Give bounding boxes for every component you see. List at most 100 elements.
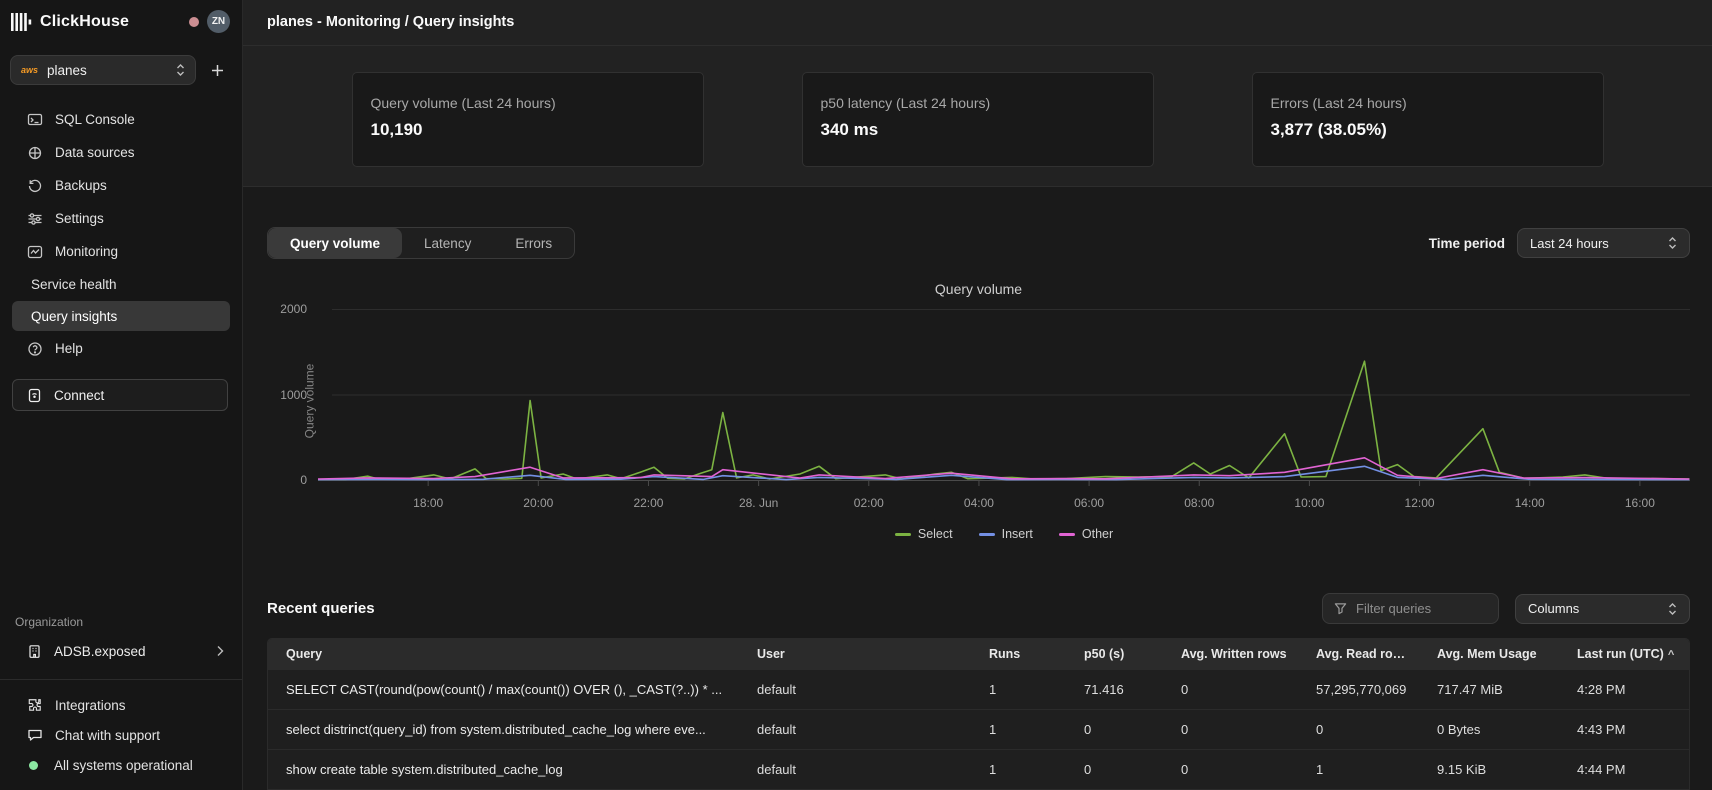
connect-button[interactable]: Connect xyxy=(12,379,228,411)
sliders-icon xyxy=(27,211,43,227)
system-status-item[interactable]: All systems operational xyxy=(12,750,230,780)
breadcrumb: planes - Monitoring / Query insights xyxy=(267,14,514,30)
legend-swatch xyxy=(1059,533,1075,536)
y-axis-tick: 1000 xyxy=(280,388,307,402)
legend-label: Select xyxy=(918,527,953,541)
stat-card-query-volume: Query volume (Last 24 hours) 10,190 xyxy=(352,72,704,167)
columns-label: Columns xyxy=(1528,601,1658,616)
sidebar-item-integrations[interactable]: Integrations xyxy=(12,690,230,720)
chart-tabs: Query volume Latency Errors xyxy=(267,227,575,259)
connect-icon xyxy=(27,388,42,403)
avatar[interactable]: ZN xyxy=(207,10,230,33)
add-service-button[interactable] xyxy=(204,57,230,83)
filter-placeholder: Filter queries xyxy=(1356,601,1431,616)
cell: 1 xyxy=(971,682,1066,697)
organization-section-label: Organization xyxy=(0,615,242,635)
sidebar-item-label: Integrations xyxy=(55,698,126,713)
filter-queries-input[interactable]: Filter queries xyxy=(1322,593,1499,624)
clickhouse-logo-icon xyxy=(10,12,32,32)
table-row[interactable]: SELECT CAST(round(pow(count() / max(coun… xyxy=(268,669,1689,709)
legend-label: Other xyxy=(1082,527,1113,541)
query-volume-chart: Query volume Query volume 2000 1000 0 18… xyxy=(267,259,1690,559)
stat-value: 10,190 xyxy=(371,120,685,140)
sidebar-item-help[interactable]: Help xyxy=(12,333,230,364)
stat-card-errors: Errors (Last 24 hours) 3,877 (38.05%) xyxy=(1252,72,1604,167)
tab-latency[interactable]: Latency xyxy=(402,228,493,258)
terminal-icon xyxy=(27,112,43,128)
cell: 9.15 KiB xyxy=(1419,762,1559,777)
columns-select[interactable]: Columns xyxy=(1515,594,1690,624)
sidebar-item-label: Chat with support xyxy=(55,728,160,743)
cell: SELECT CAST(round(pow(count() / max(coun… xyxy=(268,682,739,697)
legend-swatch xyxy=(895,533,911,536)
legend-item-insert[interactable]: Insert xyxy=(979,527,1033,541)
sidebar-item-label: Monitoring xyxy=(55,244,118,259)
notification-dot xyxy=(189,17,199,27)
sidebar-item-backups[interactable]: Backups xyxy=(12,170,230,201)
series-line-select xyxy=(318,361,1689,479)
cell: 4:44 PM xyxy=(1559,762,1689,777)
cell: select distrinct(query_id) from system.d… xyxy=(268,722,739,737)
x-axis-label: 28. Jun xyxy=(739,496,778,510)
chevron-up-down-icon xyxy=(1668,602,1677,616)
x-axis-label: 02:00 xyxy=(854,496,884,510)
cell: 0 xyxy=(1066,722,1163,737)
column-header-p50-s[interactable]: p50 (s) xyxy=(1066,647,1163,661)
legend-item-select[interactable]: Select xyxy=(895,527,953,541)
service-selector[interactable]: aws planes xyxy=(10,55,196,85)
sidebar: ClickHouse ZN aws planes xyxy=(0,0,243,790)
sidebar-item-settings[interactable]: Settings xyxy=(12,203,230,234)
cell: 4:43 PM xyxy=(1559,722,1689,737)
status-ok-icon xyxy=(29,761,38,770)
cell: 717.47 MiB xyxy=(1419,682,1559,697)
organization-item[interactable]: ADSB.exposed xyxy=(12,635,230,667)
brand-title: ClickHouse xyxy=(40,13,129,31)
chevron-right-icon xyxy=(216,645,224,657)
x-axis-labels: 18:0020:0022:0028. Jun02:0004:0006:0008:… xyxy=(318,496,1690,512)
cell: 0 xyxy=(1163,682,1298,697)
content: Query volume Latency Errors Time period … xyxy=(243,187,1712,790)
sidebar-item-sql-console[interactable]: SQL Console xyxy=(12,104,230,135)
sidebar-item-query-insights[interactable]: Query insights xyxy=(12,301,230,331)
chevron-up-down-icon xyxy=(176,63,185,77)
x-axis-label: 14:00 xyxy=(1515,496,1545,510)
chart-plot-area[interactable]: Query volume 2000 1000 0 xyxy=(318,309,1690,487)
cell: 1 xyxy=(1298,762,1419,777)
column-header-query[interactable]: Query xyxy=(268,647,739,661)
building-icon xyxy=(27,644,42,659)
legend-item-other[interactable]: Other xyxy=(1059,527,1113,541)
sidebar-item-data-sources[interactable]: Data sources xyxy=(12,137,230,168)
column-header-last-run-utc[interactable]: Last run (UTC)^ xyxy=(1559,647,1689,661)
x-axis-label: 16:00 xyxy=(1625,496,1655,510)
legend-label: Insert xyxy=(1002,527,1033,541)
column-header-user[interactable]: User xyxy=(739,647,971,661)
sidebar-item-label: Data sources xyxy=(55,145,135,160)
tab-errors[interactable]: Errors xyxy=(493,228,574,258)
tab-query-volume[interactable]: Query volume xyxy=(268,228,402,258)
cell: default xyxy=(739,722,971,737)
x-axis-label: 10:00 xyxy=(1294,496,1324,510)
column-header-avg-mem-usage[interactable]: Avg. Mem Usage xyxy=(1419,647,1559,661)
x-axis-label: 22:00 xyxy=(633,496,663,510)
column-header-avg-read-rows[interactable]: Avg. Read rows xyxy=(1298,647,1419,661)
table-row[interactable]: show create table system.distributed_cac… xyxy=(268,749,1689,789)
help-icon xyxy=(27,341,43,357)
sidebar-divider xyxy=(0,679,242,680)
stat-label: p50 latency (Last 24 hours) xyxy=(821,95,1135,111)
status-label: All systems operational xyxy=(54,758,193,773)
connect-label: Connect xyxy=(54,388,104,403)
time-period-value: Last 24 hours xyxy=(1530,236,1658,251)
table-row[interactable]: select distrinct(query_id) from system.d… xyxy=(268,709,1689,749)
sidebar-item-chat-support[interactable]: Chat with support xyxy=(12,720,230,750)
cell: show create table system.distributed_cac… xyxy=(268,762,739,777)
puzzle-icon xyxy=(27,697,43,713)
time-period-select[interactable]: Last 24 hours xyxy=(1517,228,1690,258)
sidebar-item-service-health[interactable]: Service health xyxy=(12,269,230,299)
sidebar-item-label: Help xyxy=(55,341,83,356)
sidebar-item-monitoring[interactable]: Monitoring xyxy=(12,236,230,267)
filter-funnel-icon xyxy=(1334,602,1347,615)
column-header-runs[interactable]: Runs xyxy=(971,647,1066,661)
x-axis-label: 18:00 xyxy=(413,496,443,510)
stat-card-p50-latency: p50 latency (Last 24 hours) 340 ms xyxy=(802,72,1154,167)
column-header-avg-written-rows[interactable]: Avg. Written rows xyxy=(1163,647,1298,661)
